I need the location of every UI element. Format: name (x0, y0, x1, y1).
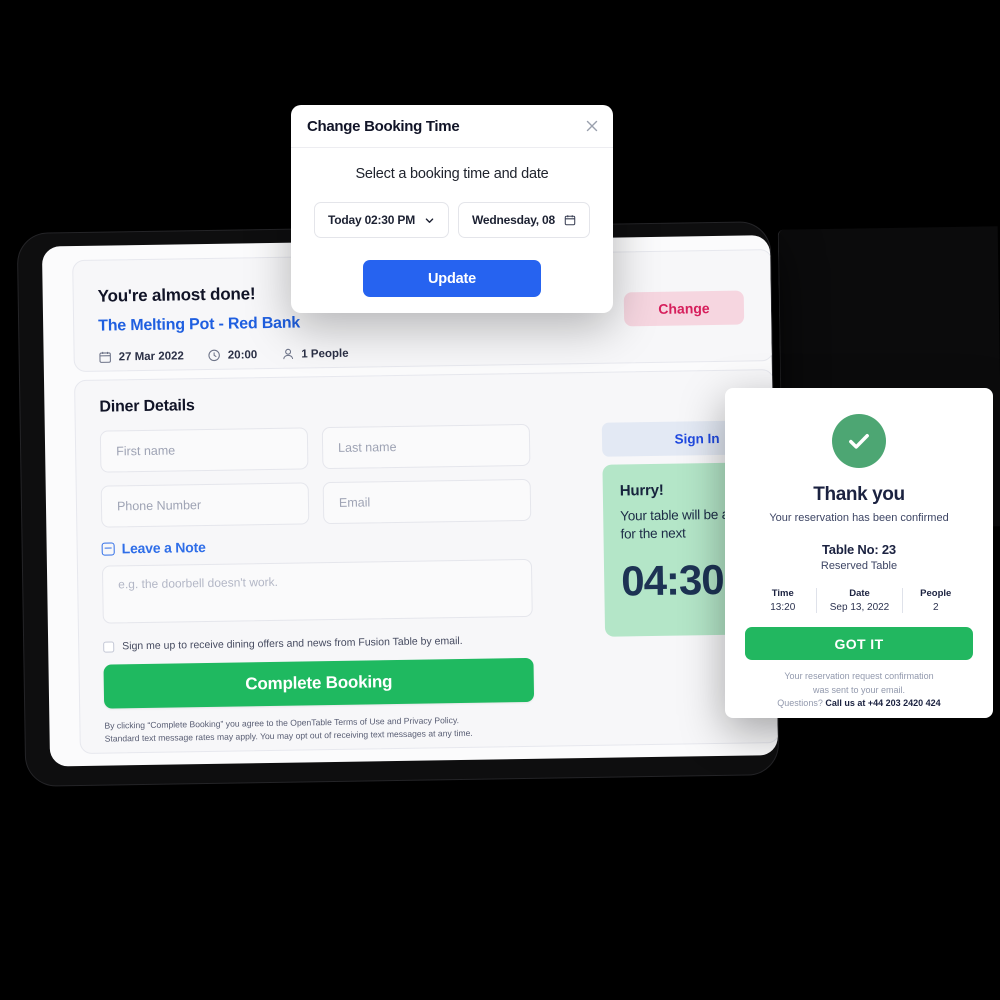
diner-form: Leave a Note Sign me up to receive dinin… (99, 423, 535, 746)
diner-details-title: Diner Details (99, 397, 195, 416)
legal-text: By clicking “Complete Booking” you agree… (104, 713, 534, 746)
time-select-value: Today 02:30 PM (327, 213, 415, 227)
got-it-button[interactable]: GOT IT (745, 627, 973, 660)
modal-title: Change Booking Time (307, 117, 460, 135)
complete-booking-button[interactable]: Complete Booking (103, 657, 535, 709)
date-select[interactable]: Wednesday, 08 (458, 202, 590, 238)
modal-selectors: Today 02:30 PM Wednesday, 08 (307, 202, 597, 238)
booking-meta: 27 Mar 2022 20:00 1 People (99, 347, 349, 364)
footnote-phone: Call us at +44 203 2420 424 (825, 698, 941, 708)
detail-people: People 2 (902, 588, 968, 613)
meta-time: 20:00 (208, 348, 258, 362)
venue-name-link[interactable]: The Melting Pot - Red Bank (98, 315, 300, 336)
footnote-line-1: Your reservation request confirmation (784, 671, 934, 681)
detail-label: People (920, 588, 952, 599)
footnote-question: Questions? (777, 698, 823, 708)
meta-party-value: 1 People (301, 347, 349, 361)
modal-subtitle: Select a booking time and date (355, 166, 549, 182)
detail-date: Date Sep 13, 2022 (815, 588, 903, 613)
diner-details-card: Diner Details Leave a Note Sign (74, 369, 778, 755)
check-icon (849, 434, 869, 449)
change-booking-button[interactable]: Change (623, 290, 745, 327)
meta-time-value: 20:00 (227, 348, 258, 362)
success-badge (832, 414, 886, 468)
footnote-contact: Questions? Call us at +44 203 2420 424 (745, 697, 973, 711)
leave-a-note-label: Leave a Note (121, 539, 206, 557)
table-status: Reserved Table (820, 560, 898, 572)
meta-party: 1 People (281, 347, 349, 361)
detail-label: Time (771, 588, 794, 599)
calendar-icon (564, 215, 576, 226)
marketing-optin-checkbox[interactable] (103, 640, 115, 653)
detail-value: 2 (932, 602, 939, 613)
tablet-screen: You're almost done! The Melting Pot - Re… (41, 235, 778, 767)
close-icon[interactable] (584, 118, 600, 134)
date-select-value: Wednesday, 08 (472, 213, 555, 227)
detail-value: Sep 13, 2022 (829, 602, 890, 613)
marketing-optin-row: Sign me up to receive dining offers and … (103, 634, 533, 653)
page-title: You're almost done! (97, 284, 256, 306)
clock-icon (208, 349, 221, 362)
person-icon (282, 348, 293, 360)
reservation-detail-row: Time 13:20 Date Sep 13, 2022 People 2 (745, 588, 973, 613)
marketing-optin-label: Sign me up to receive dining offers and … (122, 635, 463, 653)
update-button[interactable]: Update (363, 260, 541, 297)
confirmation-title: Thank you (813, 484, 905, 505)
last-name-input[interactable] (321, 423, 531, 470)
detail-time: Time 13:20 (750, 588, 816, 613)
footnote-line-2: was sent to your email. (812, 684, 906, 695)
confirmation-footnote: Your reservation request confirmation wa… (745, 670, 973, 711)
modal-header: Change Booking Time (291, 105, 613, 148)
confirmation-card: Thank you Your reservation has been conf… (725, 388, 993, 718)
detail-label: Date (849, 588, 870, 599)
meta-date-value: 27 Mar 2022 (118, 349, 184, 363)
chevron-down-icon (425, 217, 434, 223)
phone-input[interactable] (100, 482, 310, 528)
note-textarea[interactable] (101, 558, 533, 624)
confirmation-subtitle: Your reservation has been confirmed (769, 512, 949, 524)
meta-date: 27 Mar 2022 (99, 349, 184, 363)
minus-square-icon (101, 541, 115, 556)
calendar-icon (99, 351, 111, 363)
detail-value: 13:20 (770, 602, 796, 613)
table-number: Table No: 23 (822, 542, 896, 557)
first-name-input[interactable] (99, 427, 309, 473)
time-select[interactable]: Today 02:30 PM (313, 202, 449, 238)
contact-field-row (100, 478, 532, 528)
name-field-row (99, 423, 531, 473)
change-booking-time-modal: Change Booking Time Select a booking tim… (291, 105, 613, 313)
email-input[interactable] (322, 478, 532, 525)
modal-body: Select a booking time and date Today 02:… (291, 148, 613, 297)
leave-a-note-toggle[interactable]: Leave a Note (101, 534, 532, 557)
